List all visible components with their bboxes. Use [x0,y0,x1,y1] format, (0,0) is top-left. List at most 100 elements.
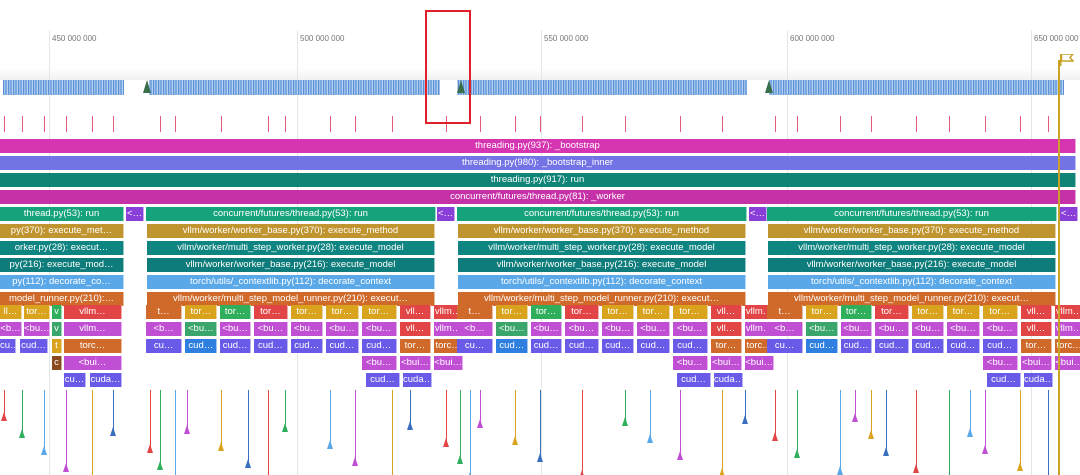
stack-frame[interactable]: <bui… [1020,356,1053,370]
time-ruler[interactable] [0,0,1080,68]
stack-frame[interactable]: torch/utils/_contextlib.py(112): decorat… [768,275,1056,289]
stack-frame[interactable]: cud… [20,339,48,353]
stack-frame[interactable]: cuda… [714,373,743,387]
stack-frame[interactable]: <b… [457,322,494,336]
stack-frame[interactable]: vllm/worker/multi_step_worker.py(28): ex… [768,241,1056,255]
stack-frame[interactable]: <bu… [24,322,50,336]
stack-frame[interactable]: tor… [710,339,743,353]
stack-frame[interactable]: <b… [767,322,804,336]
stack-frame[interactable]: cud… [531,339,562,353]
stack-frame[interactable]: <… [126,207,144,221]
stack-frame[interactable]: <bu… [531,322,562,336]
stack-frame[interactable]: torch/utils/_contextlib.py(112): decorat… [147,275,435,289]
stack-frame[interactable]: c [52,356,62,370]
stack-frame[interactable]: <bu… [253,322,289,336]
stack-frame[interactable]: <bu… [361,322,397,336]
stack-frame[interactable]: <bu… [982,356,1018,370]
stack-frame[interactable]: cuda… [90,373,122,387]
stack-frame[interactable]: tor… [912,305,945,319]
stack-frame[interactable]: <bu… [637,322,670,336]
stack-frame[interactable]: <bu… [326,322,359,336]
stack-frame[interactable]: cu… [767,339,804,353]
stack-frame[interactable]: tor… [399,339,432,353]
stack-frame[interactable]: cud… [912,339,945,353]
stack-frame[interactable]: vllm/worker/worker_base.py(370): execute… [147,224,435,238]
stack-frame[interactable]: concurrent/futures/thread.py(53): run [146,207,436,221]
stack-frame[interactable]: cud… [672,339,708,353]
stack-frame[interactable]: <bu… [947,322,980,336]
stack-frame[interactable]: cud… [291,339,324,353]
stack-frame[interactable]: cud… [220,339,251,353]
stack-frame[interactable]: v [52,305,62,319]
stack-frame[interactable]: <bu… [672,322,708,336]
stack-frame[interactable]: t… [457,305,494,319]
stack-frame[interactable]: <bu… [874,322,910,336]
stack-frame[interactable]: cud… [677,373,711,387]
stack-frame[interactable]: t… [767,305,804,319]
stack-frame[interactable]: py(112): decorate_co… [0,275,124,289]
stack-frame[interactable]: cud… [253,339,289,353]
trace-viewer[interactable]: 450 000 000 500 000 000 550 000 000 600 000… [0,0,1080,475]
stack-frame[interactable]: tor… [220,305,251,319]
stack-frame[interactable]: <… [749,207,767,221]
stack-frame[interactable]: threading.py(980): _bootstrap_inner [0,156,1076,170]
stack-frame[interactable]: cu… [64,373,86,387]
stack-frame[interactable]: <b… [0,322,22,336]
stack-frame[interactable]: threading.py(937): _bootstrap [0,139,1076,153]
stack-frame[interactable]: cud… [806,339,839,353]
stack-frame[interactable]: cu… [0,339,16,353]
stack-frame[interactable]: tor… [982,305,1018,319]
flag-icon[interactable] [1060,54,1074,66]
stack-frame[interactable]: threading.py(917): run [0,173,1076,187]
stack-frame[interactable]: cud… [185,339,218,353]
stack-frame[interactable]: tor… [185,305,218,319]
stack-frame[interactable]: <bu… [185,322,218,336]
stack-frame[interactable]: <bu… [361,356,397,370]
stack-frame[interactable]: tor… [672,305,708,319]
stack-frame[interactable]: cud… [564,339,600,353]
stack-frame[interactable]: concurrent/futures/thread.py(53): run [767,207,1057,221]
stack-frame[interactable]: tor… [496,305,529,319]
stack-frame[interactable]: tor… [24,305,50,319]
stack-frame[interactable]: <bu… [496,322,529,336]
stack-frame[interactable]: tor… [1020,339,1053,353]
stack-frame[interactable]: cu… [457,339,494,353]
stack-frame[interactable]: <bui… [745,356,775,370]
stack-frame[interactable]: <bu… [672,356,708,370]
playhead-line[interactable] [1058,60,1060,475]
stack-frame[interactable]: cu… [146,339,183,353]
stack-frame[interactable]: cuda… [403,373,432,387]
stack-frame[interactable]: cud… [841,339,872,353]
stack-frame[interactable]: <bu… [602,322,635,336]
stack-frame[interactable]: vllm/worker/worker_base.py(370): execute… [768,224,1056,238]
stack-frame[interactable]: cud… [366,373,400,387]
stack-frame[interactable]: orker.py(28): execut… [0,241,124,255]
stack-frame[interactable]: model_runner.py(210):… [0,292,124,306]
stack-frame[interactable]: <bu… [806,322,839,336]
stack-frame[interactable]: vllm/worker/multi_step_model_runner.py(2… [147,292,435,306]
stack-frame[interactable]: concurrent/futures/thread.py(53): run [457,207,747,221]
stack-frame[interactable]: tor… [291,305,324,319]
stack-frame[interactable]: torch/utils/_contextlib.py(112): decorat… [458,275,746,289]
stack-frame[interactable]: vllm/worker/worker_base.py(370): execute… [458,224,746,238]
stack-frame[interactable]: cud… [496,339,529,353]
stack-frame[interactable]: thread.py(53): run [0,207,124,221]
stack-frame[interactable]: vllm/worker/worker_base.py(216): execute… [147,258,435,272]
stack-frame[interactable]: py(370): execute_met… [0,224,124,238]
stack-frame[interactable]: cud… [637,339,670,353]
stack-frame[interactable]: tor… [637,305,670,319]
stack-frame[interactable]: vllm/worker/multi_step_model_runner.py(2… [458,292,746,306]
stack-frame[interactable]: <bui… [710,356,743,370]
stack-frame[interactable]: tor… [564,305,600,319]
stack-frame[interactable]: <bu… [564,322,600,336]
stack-frame[interactable]: concurrent/futures/thread.py(81): _worke… [0,190,1076,204]
stack-frame[interactable]: vllm/worker/worker_base.py(216): execute… [768,258,1056,272]
stack-frame[interactable]: t [52,339,62,353]
stack-frame[interactable]: cud… [602,339,635,353]
stack-frame[interactable]: v [52,322,62,336]
stack-frame[interactable]: tor… [874,305,910,319]
stack-frame[interactable]: vllm/worker/multi_step_worker.py(28): ex… [147,241,435,255]
stack-frame[interactable]: <bui… [434,356,464,370]
stack-frame[interactable]: vll… [1020,305,1053,319]
stack-frame[interactable]: vll… [710,305,743,319]
